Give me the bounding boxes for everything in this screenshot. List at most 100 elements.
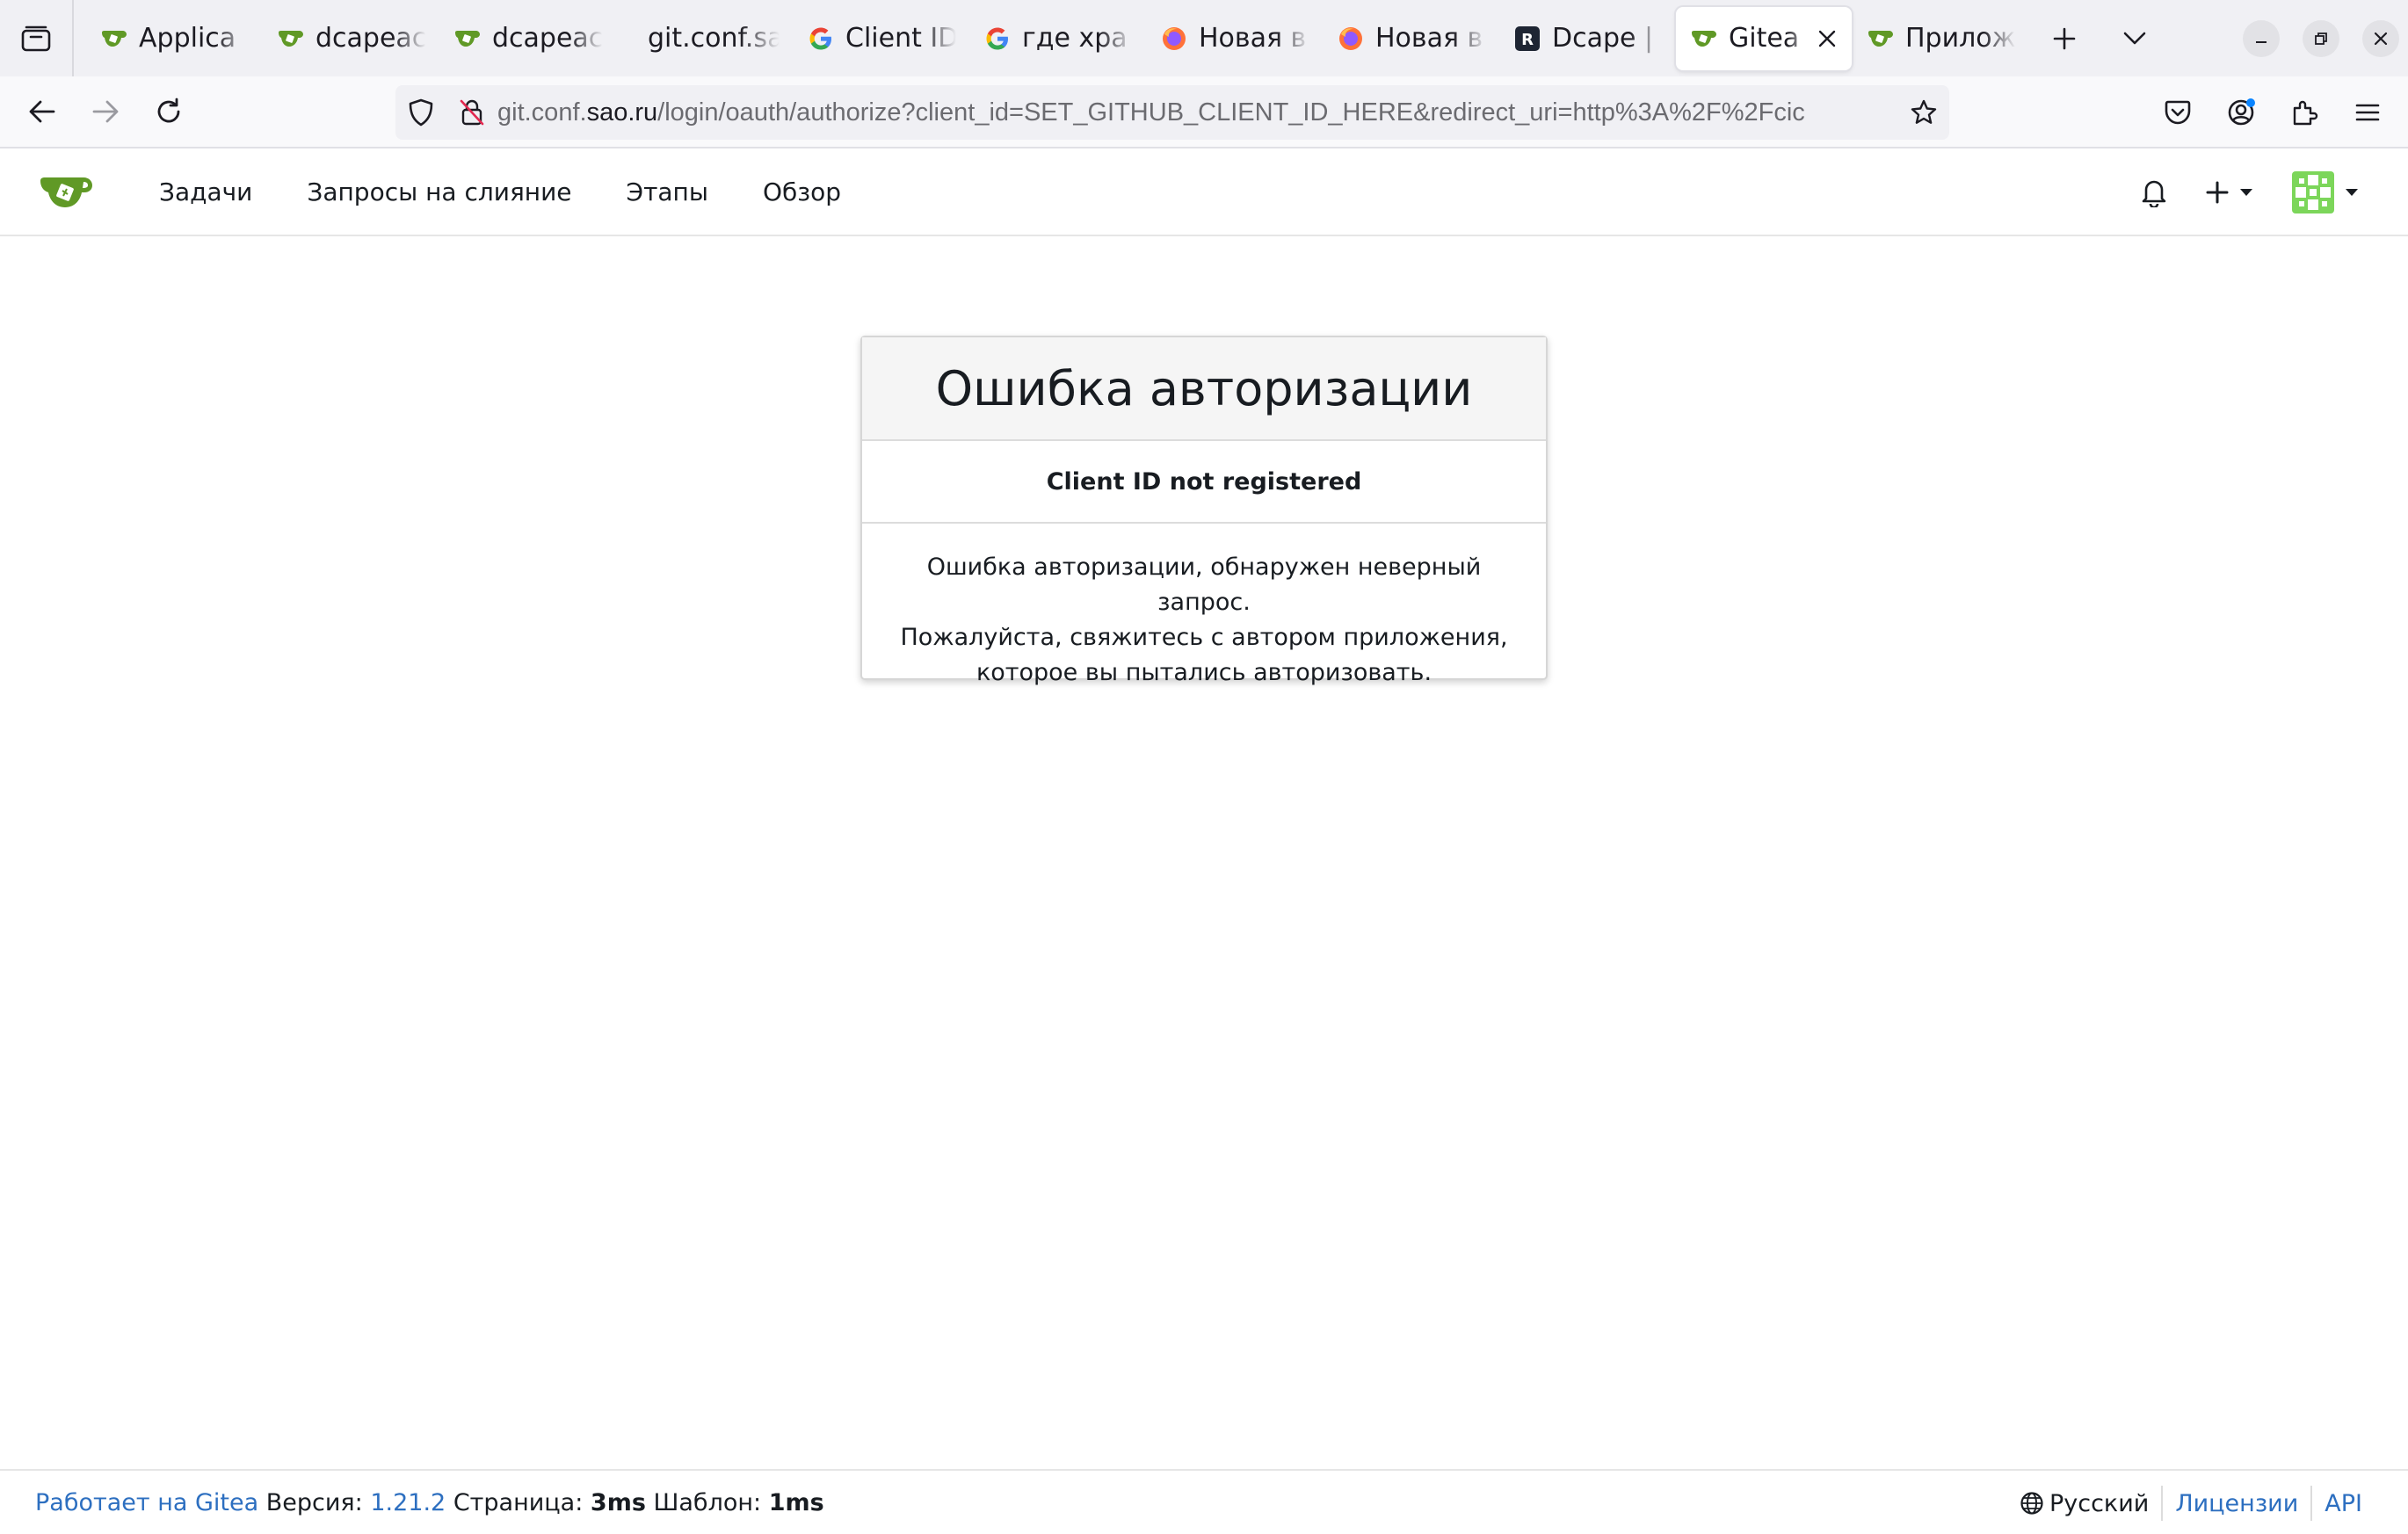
tab-title: Client ID — [845, 23, 956, 54]
version-link[interactable]: 1.21.2 — [370, 1489, 446, 1516]
tab-title: Gitea — [1729, 23, 1800, 54]
nav-milestones-link[interactable]: Этапы — [599, 148, 736, 235]
gitea-icon — [100, 25, 128, 53]
error-message-line: которое вы пытались авторизовать. — [976, 659, 1432, 686]
forward-button[interactable] — [74, 80, 137, 143]
nav-explore-link[interactable]: Обзор — [736, 148, 868, 235]
tab[interactable]: Новая в — [1323, 7, 1498, 70]
google-icon — [807, 25, 835, 53]
notifications-button[interactable] — [2122, 148, 2187, 236]
reload-button[interactable] — [137, 80, 200, 143]
avatar — [2292, 171, 2334, 213]
close-tab-button[interactable] — [1815, 29, 1839, 48]
new-tab-button[interactable] — [2029, 0, 2100, 76]
url-bar[interactable]: git.conf.sao.ru/login/oauth/authorize?cl… — [395, 85, 1949, 140]
close-icon — [2374, 32, 2388, 45]
error-title: Ошибка авторизации — [862, 337, 1546, 441]
page-time-value: 3ms — [590, 1488, 646, 1516]
account-button[interactable] — [2209, 81, 2273, 144]
gitea-user-menu — [2122, 148, 2378, 236]
tab[interactable]: git.conf.sao — [616, 7, 792, 70]
menu-button[interactable] — [2336, 81, 2399, 144]
gitea-icon — [277, 25, 305, 53]
url-text[interactable]: git.conf.sao.ru/login/oauth/authorize?cl… — [497, 98, 1898, 127]
api-link-wrap: API — [2310, 1486, 2375, 1521]
caret-down-icon — [2240, 189, 2252, 196]
tab[interactable]: Прилож — [1853, 7, 2028, 70]
tab-title: Новая в — [1199, 23, 1307, 54]
plus-icon — [2053, 27, 2076, 49]
tab-title: Новая в — [1375, 23, 1483, 54]
url-prefix: git.conf. — [497, 98, 587, 127]
licenses-link[interactable]: Лицензии — [2175, 1490, 2298, 1517]
google-icon — [983, 25, 1012, 53]
powered-by-link[interactable]: Работает на Gitea — [35, 1489, 258, 1516]
language-label: Русский — [2049, 1489, 2150, 1517]
version-label: Версия: — [265, 1488, 363, 1516]
nav-pulls-link[interactable]: Запросы на слияние — [279, 148, 598, 235]
bookmark-star-button[interactable] — [1898, 85, 1949, 140]
arrow-left-icon — [29, 100, 55, 123]
gitea-icon — [1690, 25, 1718, 53]
tab-title: Dcape | — [1552, 23, 1654, 54]
back-button[interactable] — [11, 80, 74, 143]
url-path: /login/oauth/authorize?client_id=SET_GIT… — [657, 98, 1805, 127]
tab-active[interactable]: Gitea — [1676, 6, 1852, 70]
firefox-view-button[interactable] — [0, 0, 74, 76]
tab[interactable]: где хра — [969, 7, 1145, 70]
firefox-icon — [1337, 25, 1365, 53]
list-all-tabs-button[interactable] — [2100, 0, 2170, 76]
close-window-button[interactable] — [2362, 19, 2399, 57]
plus-icon — [2206, 181, 2229, 204]
arrow-right-icon — [92, 100, 119, 123]
tab[interactable]: Новая в — [1146, 7, 1322, 70]
tab-title: dcapeac — [316, 23, 426, 54]
pocket-icon — [2165, 100, 2191, 125]
error-message-line: Ошибка авторизации, обнаружен неверный з… — [926, 554, 1482, 616]
gitea-icon — [1867, 25, 1895, 53]
account-icon — [2228, 98, 2255, 126]
pocket-button[interactable] — [2146, 81, 2209, 144]
bell-icon — [2142, 180, 2166, 207]
extensions-button[interactable] — [2273, 81, 2336, 144]
page-footer: Работает на Gitea Версия: 1.21.2 Страниц… — [0, 1469, 2408, 1534]
create-new-dropdown[interactable] — [2187, 148, 2273, 236]
tab-strip: Applica dcapeac dcapeac git.conf.sao — [74, 0, 2170, 76]
tab-title: git.conf.sao — [648, 23, 780, 54]
nav-issues-link[interactable]: Задачи — [132, 148, 279, 235]
toolbar-right — [2146, 76, 2408, 148]
puzzle-icon — [2293, 100, 2318, 126]
page-time-label: Страница: — [453, 1488, 584, 1516]
chevron-down-icon — [2123, 32, 2146, 44]
tab[interactable]: Applica — [86, 7, 262, 70]
language-selector[interactable]: Русский — [2007, 1486, 2161, 1521]
tab[interactable]: R Dcape | — [1499, 7, 1675, 70]
insecure-lock-icon[interactable] — [446, 85, 497, 140]
close-icon — [1818, 30, 1836, 47]
tab-title: dcapeac — [492, 23, 603, 54]
tab[interactable]: Client ID — [793, 7, 968, 70]
error-card: Ошибка авторизации Client ID not registe… — [860, 336, 1548, 686]
restore-button[interactable] — [2303, 19, 2339, 57]
template-time-value: 1ms — [768, 1488, 824, 1516]
hamburger-icon — [2355, 104, 2380, 121]
r-icon: R — [1513, 25, 1541, 53]
footer-left: Работает на Gitea Версия: 1.21.2 Страниц… — [0, 1489, 824, 1516]
window-controls — [2243, 0, 2399, 76]
licenses-link-wrap: Лицензии — [2161, 1486, 2310, 1521]
globe-icon — [2020, 1492, 2043, 1515]
restore-icon — [2315, 32, 2327, 45]
url-host: sao.ru — [586, 98, 658, 127]
user-avatar-dropdown[interactable] — [2273, 148, 2378, 236]
gitea-home-link[interactable] — [0, 148, 132, 235]
tab-title: Прилож — [1905, 23, 2016, 54]
browser-tab-bar: Applica dcapeac dcapeac git.conf.sao — [0, 0, 2408, 76]
minimize-button[interactable] — [2243, 19, 2280, 57]
api-link[interactable]: API — [2325, 1490, 2362, 1517]
tracking-protection-icon[interactable] — [395, 85, 446, 140]
tab[interactable]: dcapeac — [263, 7, 439, 70]
error-subtitle: Client ID not registered — [862, 441, 1546, 524]
gitea-icon — [453, 25, 482, 53]
tab[interactable]: dcapeac — [439, 7, 615, 70]
firefox-view-icon — [21, 25, 51, 51]
